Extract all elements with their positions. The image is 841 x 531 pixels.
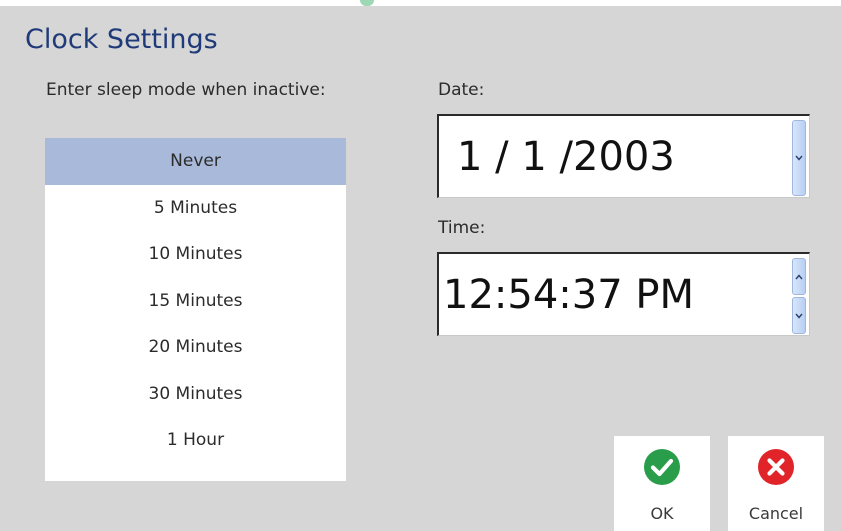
checkmark-icon xyxy=(643,448,681,486)
top-strip xyxy=(0,0,841,6)
sleep-option-15-minutes[interactable]: 15 Minutes xyxy=(45,278,346,325)
sleep-mode-list: Never 5 Minutes 10 Minutes 15 Minutes 20… xyxy=(45,138,346,481)
time-label: Time: xyxy=(438,218,486,238)
close-icon xyxy=(757,448,795,486)
date-label: Date: xyxy=(438,80,485,100)
cancel-button[interactable]: Cancel xyxy=(728,436,824,531)
ok-button[interactable]: OK xyxy=(614,436,710,531)
time-down-button[interactable] xyxy=(792,297,806,334)
time-up-button[interactable] xyxy=(792,258,806,295)
sleep-option-20-minutes[interactable]: 20 Minutes xyxy=(45,324,346,371)
date-down-button[interactable] xyxy=(792,120,806,196)
sleep-option-10-minutes[interactable]: 10 Minutes xyxy=(45,231,346,278)
time-spinbox[interactable]: 12:54:37 PM xyxy=(437,252,810,336)
sleep-option-5-minutes[interactable]: 5 Minutes xyxy=(45,185,346,232)
chevron-down-icon xyxy=(795,155,803,161)
time-value[interactable]: 12:54:37 PM xyxy=(443,254,694,335)
sleep-mode-label: Enter sleep mode when inactive: xyxy=(46,80,326,100)
sleep-option-30-minutes[interactable]: 30 Minutes xyxy=(45,371,346,418)
chevron-down-icon xyxy=(795,313,803,319)
cancel-label: Cancel xyxy=(748,504,804,523)
ok-label: OK xyxy=(650,504,674,523)
sleep-option-1-hour[interactable]: 1 Hour xyxy=(45,417,346,464)
date-spinbox[interactable]: 1 / 1 /2003 xyxy=(437,114,810,198)
chevron-up-icon xyxy=(795,273,803,280)
sleep-option-never[interactable]: Never xyxy=(45,138,346,185)
date-value[interactable]: 1 / 1 /2003 xyxy=(457,116,675,197)
dialog-title: Clock Settings xyxy=(25,24,218,55)
